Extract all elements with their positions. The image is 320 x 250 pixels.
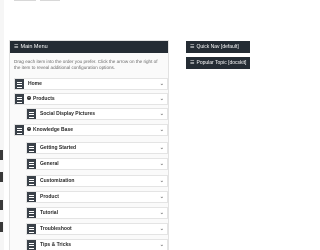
admin-sidebar-strip bbox=[0, 0, 4, 250]
chevron-down-icon[interactable]: ⌄ bbox=[160, 94, 164, 104]
drag-handle-icon[interactable] bbox=[27, 159, 36, 169]
menu-item-label: Tutorial bbox=[40, 210, 58, 216]
chevron-down-icon[interactable]: ⌄ bbox=[160, 176, 164, 186]
chevron-down-icon[interactable]: ⌄ bbox=[160, 143, 164, 153]
drag-handle-icon[interactable] bbox=[27, 192, 36, 202]
drag-handle-icon[interactable] bbox=[27, 176, 36, 186]
menu-item-tutorial[interactable]: Tutorial ⌄ bbox=[26, 207, 168, 219]
widget-quick-nav[interactable]: ☰ Quick Nav [default] bbox=[186, 41, 250, 53]
chevron-down-icon[interactable]: ⌄ bbox=[160, 159, 164, 169]
admin-menu-marker[interactable] bbox=[0, 222, 3, 232]
list-icon: ☰ bbox=[190, 44, 195, 50]
menu-item-label: Getting Started bbox=[40, 145, 77, 151]
chevron-down-icon[interactable]: ⌄ bbox=[160, 208, 164, 218]
chevron-down-icon[interactable]: ⌄ bbox=[160, 192, 164, 202]
drag-handle-icon[interactable] bbox=[27, 143, 36, 153]
main-menu-title: Main Menu bbox=[20, 44, 48, 50]
menu-instructions: Drag each item into the order you prefer… bbox=[14, 59, 158, 70]
menu-item-label: Knowledge Base bbox=[33, 127, 74, 133]
list-icon: ☰ bbox=[190, 60, 195, 66]
drag-handle-icon[interactable] bbox=[27, 208, 36, 218]
admin-menu-marker[interactable] bbox=[0, 150, 3, 160]
menu-item-troubleshoot[interactable]: Troubleshoot ⌄ bbox=[26, 223, 168, 235]
drag-handle-icon[interactable] bbox=[15, 125, 24, 135]
menu-item-products[interactable]: − Products ⌄ bbox=[14, 93, 168, 105]
main-menu-header[interactable]: ☰ Main Menu bbox=[10, 41, 168, 53]
menu-item-label: Customization bbox=[40, 178, 75, 184]
drag-handle-icon[interactable] bbox=[27, 224, 36, 234]
list-icon: ☰ bbox=[14, 44, 19, 50]
menu-item-label: Home bbox=[28, 81, 42, 87]
drag-handle-icon[interactable] bbox=[15, 79, 24, 89]
drag-handle-icon[interactable] bbox=[15, 94, 24, 104]
menu-item-knowledge-base[interactable]: − Knowledge Base ⌄ bbox=[14, 124, 168, 136]
menu-item-home[interactable]: Home ⌄ bbox=[14, 78, 168, 90]
menu-item-getting-started[interactable]: Getting Started ⌄ bbox=[26, 142, 168, 154]
menu-item-general[interactable]: General ⌄ bbox=[26, 158, 168, 170]
drag-handle-icon[interactable] bbox=[27, 109, 36, 119]
chevron-down-icon[interactable]: ⌄ bbox=[160, 125, 164, 135]
drag-handle-icon[interactable] bbox=[27, 240, 36, 250]
widget-label: Quick Nav [default] bbox=[196, 44, 239, 50]
chevron-down-icon[interactable]: ⌄ bbox=[160, 240, 164, 250]
menu-item-tips-tricks[interactable]: Tips & Tricks ⌄ bbox=[26, 239, 168, 250]
chevron-down-icon[interactable]: ⌄ bbox=[160, 79, 164, 89]
expand-toggle-icon[interactable]: − bbox=[27, 96, 31, 100]
page-header-line bbox=[40, 0, 60, 3]
admin-menu-marker[interactable] bbox=[0, 172, 3, 182]
widget-popular-topic[interactable]: ☰ Popular Topic [docskit] bbox=[186, 57, 250, 69]
menu-item-label: Product bbox=[40, 194, 59, 200]
menu-item-customization[interactable]: Customization ⌄ bbox=[26, 175, 168, 187]
menu-item-product[interactable]: Product ⌄ bbox=[26, 191, 168, 203]
widget-label: Popular Topic [docskit] bbox=[196, 60, 247, 66]
expand-toggle-icon[interactable]: − bbox=[27, 127, 31, 131]
menu-item-label: Tips & Tricks bbox=[40, 242, 72, 248]
menu-item-label: General bbox=[40, 161, 59, 167]
admin-menu-marker[interactable] bbox=[0, 200, 3, 210]
menu-item-social-display-pictures[interactable]: Social Display Pictures ⌄ bbox=[26, 108, 168, 120]
page-header-line bbox=[14, 0, 36, 3]
menu-item-label: Social Display Pictures bbox=[40, 111, 96, 117]
chevron-down-icon[interactable]: ⌄ bbox=[160, 224, 164, 234]
chevron-down-icon[interactable]: ⌄ bbox=[160, 109, 164, 119]
menu-item-label: Products bbox=[33, 96, 55, 102]
menu-item-label: Troubleshoot bbox=[40, 226, 72, 232]
